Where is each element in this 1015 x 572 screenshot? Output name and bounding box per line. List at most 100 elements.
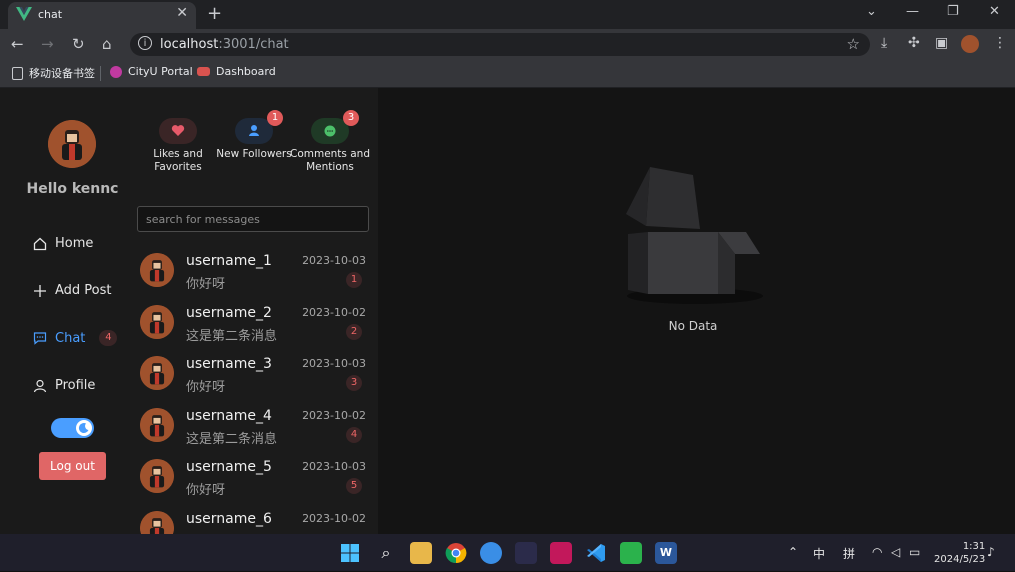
system-clock[interactable]: 1:31 2024/5/23	[934, 540, 985, 566]
file-explorer-icon[interactable]	[410, 542, 432, 564]
unread-badge: 4	[346, 426, 362, 443]
message-date: 2023-10-03	[302, 357, 366, 370]
download-icon[interactable]: ⤓	[881, 35, 887, 51]
bookmarks-bar: 移动设备书签 CityU Portal Dashboard	[0, 60, 1015, 88]
tab-search-icon[interactable]: ⌄	[866, 4, 877, 19]
user-greeting: Hello kennc	[26, 181, 119, 197]
browser-tab[interactable]: chat ✕	[8, 2, 196, 29]
followers-badge: 1	[267, 110, 283, 126]
message-preview: 你好呀	[186, 277, 226, 292]
browser-app-icon[interactable]	[480, 542, 502, 564]
profile-avatar[interactable]	[961, 35, 979, 53]
url-text[interactable]: localhost:3001/chat	[160, 37, 289, 52]
bookmark-cityu[interactable]: CityU Portal	[110, 65, 193, 78]
message-panel: Likes and Favorites 1 New Followers 3 Co…	[130, 88, 382, 534]
moon-icon	[76, 420, 92, 436]
message-preview: 这是第二条消息	[186, 328, 278, 344]
unread-badge: 3	[346, 375, 362, 391]
home-browser-icon[interactable]: ⌂	[102, 35, 112, 53]
unread-badge: 5	[346, 478, 362, 494]
user-avatar[interactable]	[48, 120, 96, 168]
message-username: username_3	[186, 356, 272, 372]
menu-icon[interactable]: ⋮	[993, 35, 1007, 51]
dark-mode-toggle[interactable]	[51, 418, 94, 438]
message-date: 2023-10-03	[302, 460, 366, 473]
message-item[interactable]: username_6这是第二条消息2023-10-02	[138, 505, 368, 534]
start-icon[interactable]	[339, 542, 361, 564]
empty-state-text: No Data	[668, 319, 718, 333]
battery-icon[interactable]: ▭	[909, 545, 920, 559]
comment-icon: 3	[311, 110, 359, 144]
site-info-icon[interactable]: i	[138, 36, 152, 50]
chrome-icon[interactable]	[445, 542, 467, 564]
message-item[interactable]: username_3 你好呀 2023-10-03 3	[138, 350, 368, 396]
app-root: Hello kennc Home Add Post Chat 4 Profile…	[0, 88, 1015, 534]
folder-icon	[12, 66, 23, 80]
unread-badge: 1	[346, 272, 362, 288]
empty-box-icon	[626, 167, 763, 304]
back-icon[interactable]: ←	[11, 35, 24, 53]
message-username: username_5	[186, 459, 272, 475]
extensions-icon[interactable]: ✣	[908, 35, 920, 51]
close-window-icon[interactable]: ✕	[989, 4, 1000, 19]
message-item[interactable]: username_1 你好呀 2023-10-03 1	[138, 247, 368, 293]
nav-chat[interactable]: Chat 4	[33, 330, 118, 346]
intellij-icon[interactable]	[550, 542, 572, 564]
message-date: 2023-10-02	[302, 408, 366, 422]
reload-icon[interactable]: ↻	[72, 35, 85, 53]
message-username: username_1	[186, 253, 272, 269]
address-bar[interactable]: i localhost:3001/chat ☆	[130, 33, 870, 56]
logout-button[interactable]: Log out	[39, 452, 106, 480]
heart-icon	[159, 118, 197, 144]
message-avatar	[140, 459, 174, 493]
plus-icon	[34, 284, 46, 297]
message-item[interactable]: username_2 这是第二条消息 2023-10-02 2	[138, 299, 368, 345]
message-preview: 这是第二条消息	[186, 431, 278, 447]
vue-icon	[16, 7, 32, 21]
message-avatar	[140, 356, 174, 390]
forward-icon[interactable]: →	[41, 35, 54, 53]
message-date: 2023-10-02	[302, 511, 366, 525]
comments-badge: 3	[343, 110, 359, 126]
bookmark-mobile[interactable]: 移动设备书签	[12, 65, 95, 81]
notification-bell-icon[interactable]: ♪	[987, 545, 995, 559]
word-icon[interactable]: W	[655, 542, 677, 564]
nav-home[interactable]: Home	[33, 236, 93, 251]
bookmark-dashboard[interactable]: Dashboard	[197, 65, 276, 78]
message-username: username_6	[186, 510, 272, 527]
browser-tabbar: chat ✕ + ⌄ — ❐ ✕	[0, 0, 1015, 29]
ime-pinyin[interactable]: 拼	[843, 545, 855, 562]
message-item[interactable]: username_5 你好呀 2023-10-03 5	[138, 453, 368, 499]
wifi-icon[interactable]: ◠	[872, 545, 882, 559]
minimize-icon[interactable]: —	[906, 4, 919, 19]
message-preview: 你好呀	[186, 380, 226, 395]
message-username: username_4	[186, 407, 272, 424]
side-panel-icon[interactable]: ▣	[935, 35, 948, 51]
bookmark-star-icon[interactable]: ☆	[847, 35, 860, 53]
browser-toolbar: ← → ↻ ⌂ i localhost:3001/chat ☆ ⤓ ✣ ▣ ⋮	[0, 29, 1015, 60]
new-tab-icon[interactable]: +	[207, 3, 222, 24]
chevron-up-icon[interactable]: ⌃	[788, 545, 798, 559]
sidebar: Hello kennc Home Add Post Chat 4 Profile…	[0, 88, 130, 534]
tab-title: chat	[38, 8, 63, 21]
ime-mode[interactable]: 中	[813, 545, 825, 562]
volume-icon[interactable]: ◁	[891, 545, 900, 559]
goland-icon[interactable]	[515, 542, 537, 564]
restore-icon[interactable]: ❐	[947, 4, 959, 19]
chat-icon	[33, 332, 47, 345]
nav-add-post[interactable]: Add Post	[33, 283, 112, 298]
main-content: No Data	[378, 88, 1015, 534]
search-input[interactable]	[137, 206, 369, 232]
avatar-figure-icon	[48, 120, 96, 168]
close-tab-icon[interactable]: ✕	[176, 5, 188, 21]
notif-comments[interactable]: 3 Comments and Mentions	[285, 110, 375, 174]
message-date: 2023-10-03	[302, 254, 366, 267]
message-date: 2023-10-02	[302, 305, 366, 319]
vscode-icon[interactable]	[585, 542, 607, 564]
person-icon: 1	[235, 110, 283, 144]
message-item[interactable]: username_4 这是第二条消息 2023-10-02 4	[138, 402, 368, 448]
search-icon[interactable]: ⌕	[375, 542, 397, 564]
nav-profile[interactable]: Profile	[33, 378, 95, 393]
wechat-icon[interactable]	[620, 542, 642, 564]
message-username: username_2	[186, 304, 272, 321]
